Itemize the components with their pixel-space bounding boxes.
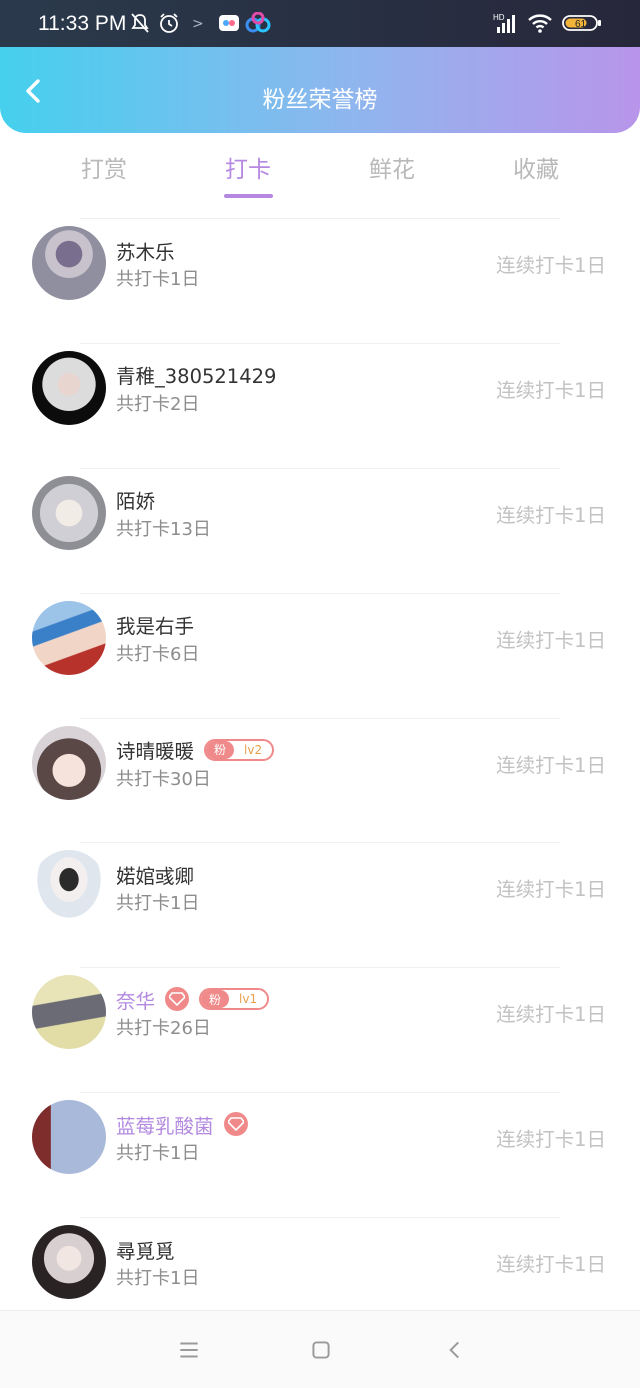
svg-text:HD: HD — [493, 13, 505, 22]
fan-name[interactable]: 蓝莓乳酸菌 — [116, 1110, 214, 1139]
back-icon[interactable] — [442, 1337, 468, 1363]
streak-text: 连续打卡1日 — [496, 753, 606, 777]
total-checkins: 共打卡30日 — [116, 768, 211, 790]
streak-text: 连续打卡1日 — [496, 503, 606, 527]
fan-name[interactable]: 奈华 — [116, 985, 155, 1014]
cloud-app-icon — [245, 12, 271, 33]
fan-name[interactable]: 陌娇 — [116, 485, 155, 514]
svg-text:61: 61 — [575, 19, 587, 30]
total-checkins: 共打卡26日 — [116, 1018, 211, 1040]
signal-icon: HD — [493, 13, 515, 33]
tab-reward[interactable]: 打赏 — [32, 150, 176, 184]
fan-name[interactable]: 尋覓覓 — [116, 1235, 175, 1264]
avatar[interactable] — [32, 350, 106, 425]
fan-name[interactable]: 我是右手 — [116, 610, 194, 639]
fan-level-badge: 粉 lv2 — [204, 738, 275, 761]
badge-level: lv2 — [244, 742, 263, 757]
header-bar: 粉丝荣誉榜 — [0, 47, 640, 133]
system-nav-bar — [0, 1310, 640, 1388]
total-checkins: 共打卡2日 — [116, 393, 200, 415]
total-checkins: 共打卡13日 — [116, 518, 211, 540]
avatar[interactable] — [32, 1100, 106, 1175]
tab-flowers[interactable]: 鲜花 — [320, 150, 464, 184]
avatar[interactable] — [32, 725, 106, 800]
badge-prefix: 粉 — [201, 990, 230, 1009]
tab-bar: 打赏 打卡 鲜花 收藏 — [0, 140, 640, 206]
page-title: 粉丝荣誉榜 — [262, 87, 378, 113]
app-notification-icon — [219, 15, 239, 31]
streak-text: 连续打卡1日 — [496, 1253, 606, 1277]
mute-bell-icon — [131, 13, 149, 33]
total-checkins: 共打卡6日 — [116, 643, 200, 665]
list-item[interactable]: 奈华 粉 lv1 共打卡26日 连续打卡1日 — [0, 968, 640, 1094]
badge-level: lv1 — [239, 992, 258, 1007]
avatar[interactable] — [32, 975, 106, 1050]
avatar[interactable] — [32, 1225, 106, 1300]
total-checkins: 共打卡1日 — [116, 893, 200, 915]
badge-prefix: 粉 — [206, 740, 235, 759]
list-item[interactable]: 青稚_380521429 共打卡2日 连续打卡1日 — [0, 344, 640, 469]
fan-name[interactable]: 婼婠彧卿 — [116, 860, 194, 889]
list-item[interactable]: 蓝莓乳酸菌 共打卡1日 连续打卡1日 — [0, 1093, 640, 1219]
active-tab-indicator — [224, 194, 273, 198]
alarm-icon — [160, 13, 178, 33]
tab-checkin[interactable]: 打卡 — [176, 150, 320, 184]
list-item[interactable]: 苏木乐 共打卡1日 连续打卡1日 — [0, 219, 640, 344]
list-item[interactable]: 陌娇 共打卡13日 连续打卡1日 — [0, 469, 640, 594]
fan-name[interactable]: 诗晴暖暖 — [116, 735, 194, 764]
streak-text: 连续打卡1日 — [496, 1003, 606, 1027]
avatar[interactable] — [32, 850, 106, 925]
list-item[interactable]: 婼婠彧卿 共打卡1日 连续打卡1日 — [0, 843, 640, 969]
status-time: 11:33 PM — [38, 12, 127, 35]
streak-text: 连续打卡1日 — [496, 628, 606, 652]
avatar[interactable] — [32, 600, 106, 675]
diamond-vip-icon — [223, 1112, 248, 1137]
menu-icon[interactable] — [176, 1337, 202, 1363]
total-checkins: 共打卡1日 — [116, 1143, 200, 1165]
status-bar: 11:33 PM > HD 61 — [0, 0, 640, 47]
total-checkins: 共打卡1日 — [116, 1268, 200, 1290]
fan-name[interactable]: 青稚_380521429 — [116, 360, 276, 389]
fan-level-badge: 粉 lv1 — [199, 988, 270, 1011]
streak-text: 连续打卡1日 — [496, 878, 606, 902]
streak-text: 连续打卡1日 — [496, 1128, 606, 1152]
list-item[interactable]: 诗晴暖暖 粉 lv2 共打卡30日 连续打卡1日 — [0, 719, 640, 844]
chevron-icon: > — [192, 16, 204, 32]
tab-favorites[interactable]: 收藏 — [464, 150, 608, 184]
battery-icon: 61 — [562, 15, 601, 31]
list-item[interactable]: 我是右手 共打卡6日 连续打卡1日 — [0, 594, 640, 719]
fan-name[interactable]: 苏木乐 — [116, 236, 175, 265]
streak-text: 连续打卡1日 — [496, 378, 606, 402]
fan-list: 苏木乐 共打卡1日 连续打卡1日 青稚_380521429 共打卡2日 连续打卡… — [0, 219, 640, 1343]
total-checkins: 共打卡1日 — [116, 269, 200, 290]
streak-text: 连续打卡1日 — [496, 254, 606, 277]
wifi-icon — [528, 14, 552, 33]
diamond-vip-icon — [165, 987, 190, 1012]
avatar[interactable] — [32, 475, 106, 550]
avatar[interactable] — [32, 226, 106, 300]
home-icon[interactable] — [308, 1337, 334, 1363]
